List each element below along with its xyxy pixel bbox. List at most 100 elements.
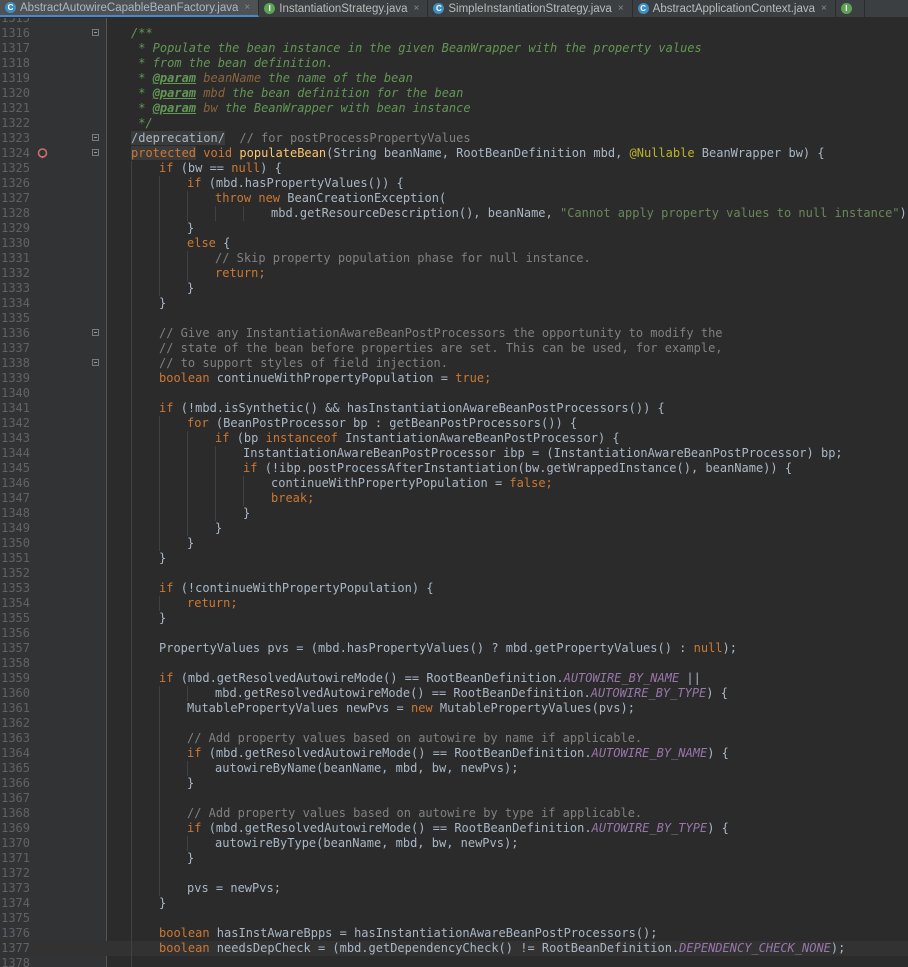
code-line[interactable]: 1357 PropertyValues pvs = (mbd.hasPropert… bbox=[0, 641, 908, 656]
line-code: throw new BeanCreationException( bbox=[131, 191, 446, 206]
line-number: 1372 bbox=[1, 866, 30, 880]
code-line[interactable]: 1332 return; bbox=[0, 266, 908, 281]
code-line[interactable]: 1372 bbox=[0, 866, 908, 881]
code-token: null bbox=[231, 161, 261, 175]
code-line[interactable]: 1344 InstantiationAwareBeanPostProcessor … bbox=[0, 446, 908, 461]
code-token: boolean bbox=[159, 926, 217, 940]
fold-icon[interactable] bbox=[92, 329, 99, 336]
editor-tab[interactable]: C AbstractAutowireCapableBeanFactory.java… bbox=[0, 0, 260, 17]
line-code: if (!mbd.isSynthetic() && hasInstantiati… bbox=[131, 401, 665, 416]
code-line[interactable]: 1360 mbd.getResolvedAutowireMode() == Roo… bbox=[0, 686, 908, 701]
code-line[interactable]: 1354 return; bbox=[0, 596, 908, 611]
code-line[interactable]: 1353 if (!continueWithPropertyPopulation)… bbox=[0, 581, 908, 596]
code-line[interactable]: 1374} bbox=[0, 896, 908, 911]
code-line[interactable]: 1330 else { bbox=[0, 236, 908, 251]
editor-tab[interactable]: C SimpleInstantiationStrategy.java × bbox=[428, 0, 633, 17]
indent-guide bbox=[159, 521, 187, 536]
code-line[interactable]: 1331 // Skip property population phase fo… bbox=[0, 251, 908, 266]
code-line[interactable]: 1358 bbox=[0, 656, 908, 671]
close-icon[interactable]: × bbox=[244, 2, 250, 13]
indent-guide bbox=[131, 491, 159, 506]
code-line[interactable]: 1364 if (mbd.getResolvedAutowireMode() ==… bbox=[0, 746, 908, 761]
code-line[interactable]: 1324 protected void populateBean(String b… bbox=[0, 146, 908, 161]
code-line[interactable]: 1318 * from the bean definition. bbox=[0, 56, 908, 71]
code-line[interactable]: 1371} bbox=[0, 851, 908, 866]
code-line[interactable]: 1362 bbox=[0, 716, 908, 731]
code-line[interactable]: 1323/deprecation/ // for postProcessProp… bbox=[0, 131, 908, 146]
code-line[interactable]: 1336 // Give any InstantiationAwareBeanPo… bbox=[0, 326, 908, 341]
code-line[interactable]: 1363 // Add property values based on auto… bbox=[0, 731, 908, 746]
code-line[interactable]: 1345 if (!ibp.postProcessAfterInstantiati… bbox=[0, 461, 908, 476]
code-line[interactable]: 1335 bbox=[0, 311, 908, 326]
line-code: } bbox=[131, 536, 194, 551]
code-line[interactable]: 1325 if (bw == null) { bbox=[0, 161, 908, 176]
code-line[interactable]: 1351} bbox=[0, 551, 908, 566]
code-line[interactable]: 1317 * Populate the bean instance in the… bbox=[0, 41, 908, 56]
code-token: ) { bbox=[707, 821, 729, 835]
code-line[interactable]: 1352 bbox=[0, 566, 908, 581]
line-code: for (BeanPostProcessor bp : getBeanPostP… bbox=[131, 416, 577, 431]
code-line[interactable]: 1339 boolean continueWithPropertyPopulati… bbox=[0, 371, 908, 386]
code-token: } bbox=[159, 551, 167, 565]
code-editor[interactable]: 1315 1316/** 1317 * Populate the bean inst… bbox=[0, 18, 908, 967]
code-line[interactable]: 1350} bbox=[0, 536, 908, 551]
code-line[interactable]: 1322 */ bbox=[0, 116, 908, 131]
editor-tab[interactable]: C AbstractApplicationContext.java × bbox=[633, 0, 836, 17]
code-line[interactable]: 1366} bbox=[0, 776, 908, 791]
code-line[interactable]: 1377 boolean needsDepCheck = (mbd.getDepe… bbox=[0, 941, 908, 956]
code-line[interactable]: 1375 bbox=[0, 911, 908, 926]
code-line[interactable]: 1356 bbox=[0, 626, 908, 641]
code-line[interactable]: 1320 * @param mbd the bean definition fo… bbox=[0, 86, 908, 101]
code-line[interactable]: 1319 * @param beanName the name of the b… bbox=[0, 71, 908, 86]
line-code: if (mbd.getResolvedAutowireMode() == Roo… bbox=[131, 671, 701, 686]
code-token: if bbox=[159, 161, 181, 175]
fold-icon[interactable] bbox=[92, 359, 99, 366]
code-line[interactable]: 1347 break; bbox=[0, 491, 908, 506]
fold-icon[interactable] bbox=[92, 29, 99, 36]
code-line[interactable]: 1346 continueWithPropertyPopulation = fal… bbox=[0, 476, 908, 491]
close-icon[interactable]: × bbox=[821, 3, 827, 14]
code-line[interactable]: 1367 bbox=[0, 791, 908, 806]
code-line[interactable]: 1328 mbd.getResourceDescription(), beanNa… bbox=[0, 206, 908, 221]
class-icon: C bbox=[5, 2, 16, 13]
indent-guide bbox=[131, 536, 159, 551]
editor-tab[interactable]: I InstantiationStrategy.java × bbox=[259, 0, 429, 17]
code-line[interactable]: 1368 // Add property values based on auto… bbox=[0, 806, 908, 821]
code-line[interactable]: 1334} bbox=[0, 296, 908, 311]
code-line[interactable]: 1369 if (mbd.getResolvedAutowireMode() ==… bbox=[0, 821, 908, 836]
code-line[interactable]: 1342 for (BeanPostProcessor bp : getBeanP… bbox=[0, 416, 908, 431]
code-token: DEPENDENCY_CHECK_NONE bbox=[679, 941, 831, 955]
code-line[interactable]: 1348} bbox=[0, 506, 908, 521]
code-line[interactable]: 1340 bbox=[0, 386, 908, 401]
line-number: 1375 bbox=[1, 911, 30, 925]
code-line[interactable]: 1365 autowireByName(beanName, mbd, bw, ne… bbox=[0, 761, 908, 776]
code-line[interactable]: 1373 pvs = newPvs; bbox=[0, 881, 908, 896]
code-line[interactable]: 1337 // state of the bean before properti… bbox=[0, 341, 908, 356]
code-line[interactable]: 1321 * @param bw the BeanWrapper with be… bbox=[0, 101, 908, 116]
code-line[interactable]: 1341 if (!mbd.isSynthetic() && hasInstant… bbox=[0, 401, 908, 416]
code-line[interactable]: 1315 bbox=[0, 18, 908, 26]
code-line[interactable]: 1376 boolean hasInstAwareBpps = hasInstan… bbox=[0, 926, 908, 941]
override-marker-icon[interactable] bbox=[37, 148, 48, 159]
line-code: autowireByType(beanName, mbd, bw, newPvs… bbox=[131, 836, 518, 851]
code-line[interactable]: 1370 autowireByType(beanName, mbd, bw, ne… bbox=[0, 836, 908, 851]
indent-guide bbox=[159, 476, 187, 491]
code-line[interactable]: 1361 MutablePropertyValues newPvs = new M… bbox=[0, 701, 908, 716]
line-code: // Give any InstantiationAwareBeanPostPr… bbox=[131, 326, 723, 341]
code-line[interactable]: 1333} bbox=[0, 281, 908, 296]
close-icon[interactable]: × bbox=[618, 3, 624, 14]
code-line[interactable]: 1349} bbox=[0, 521, 908, 536]
code-line[interactable]: 1338 // to support styles of field inject… bbox=[0, 356, 908, 371]
editor-tab[interactable]: I bbox=[836, 0, 865, 17]
code-line[interactable]: 1316 /** bbox=[0, 26, 908, 41]
code-line[interactable]: 1343 if (bp instanceof InstantiationAware… bbox=[0, 431, 908, 446]
code-line[interactable]: 1359 if (mbd.getResolvedAutowireMode() ==… bbox=[0, 671, 908, 686]
code-line[interactable]: 1327 throw new BeanCreationException( bbox=[0, 191, 908, 206]
close-icon[interactable]: × bbox=[414, 3, 420, 14]
code-line[interactable]: 1378 bbox=[0, 956, 908, 967]
code-line[interactable]: 1329} bbox=[0, 221, 908, 236]
fold-icon[interactable] bbox=[92, 134, 99, 141]
code-line[interactable]: 1326 if (mbd.hasPropertyValues()) { bbox=[0, 176, 908, 191]
code-line[interactable]: 1355} bbox=[0, 611, 908, 626]
fold-icon[interactable] bbox=[92, 149, 99, 156]
